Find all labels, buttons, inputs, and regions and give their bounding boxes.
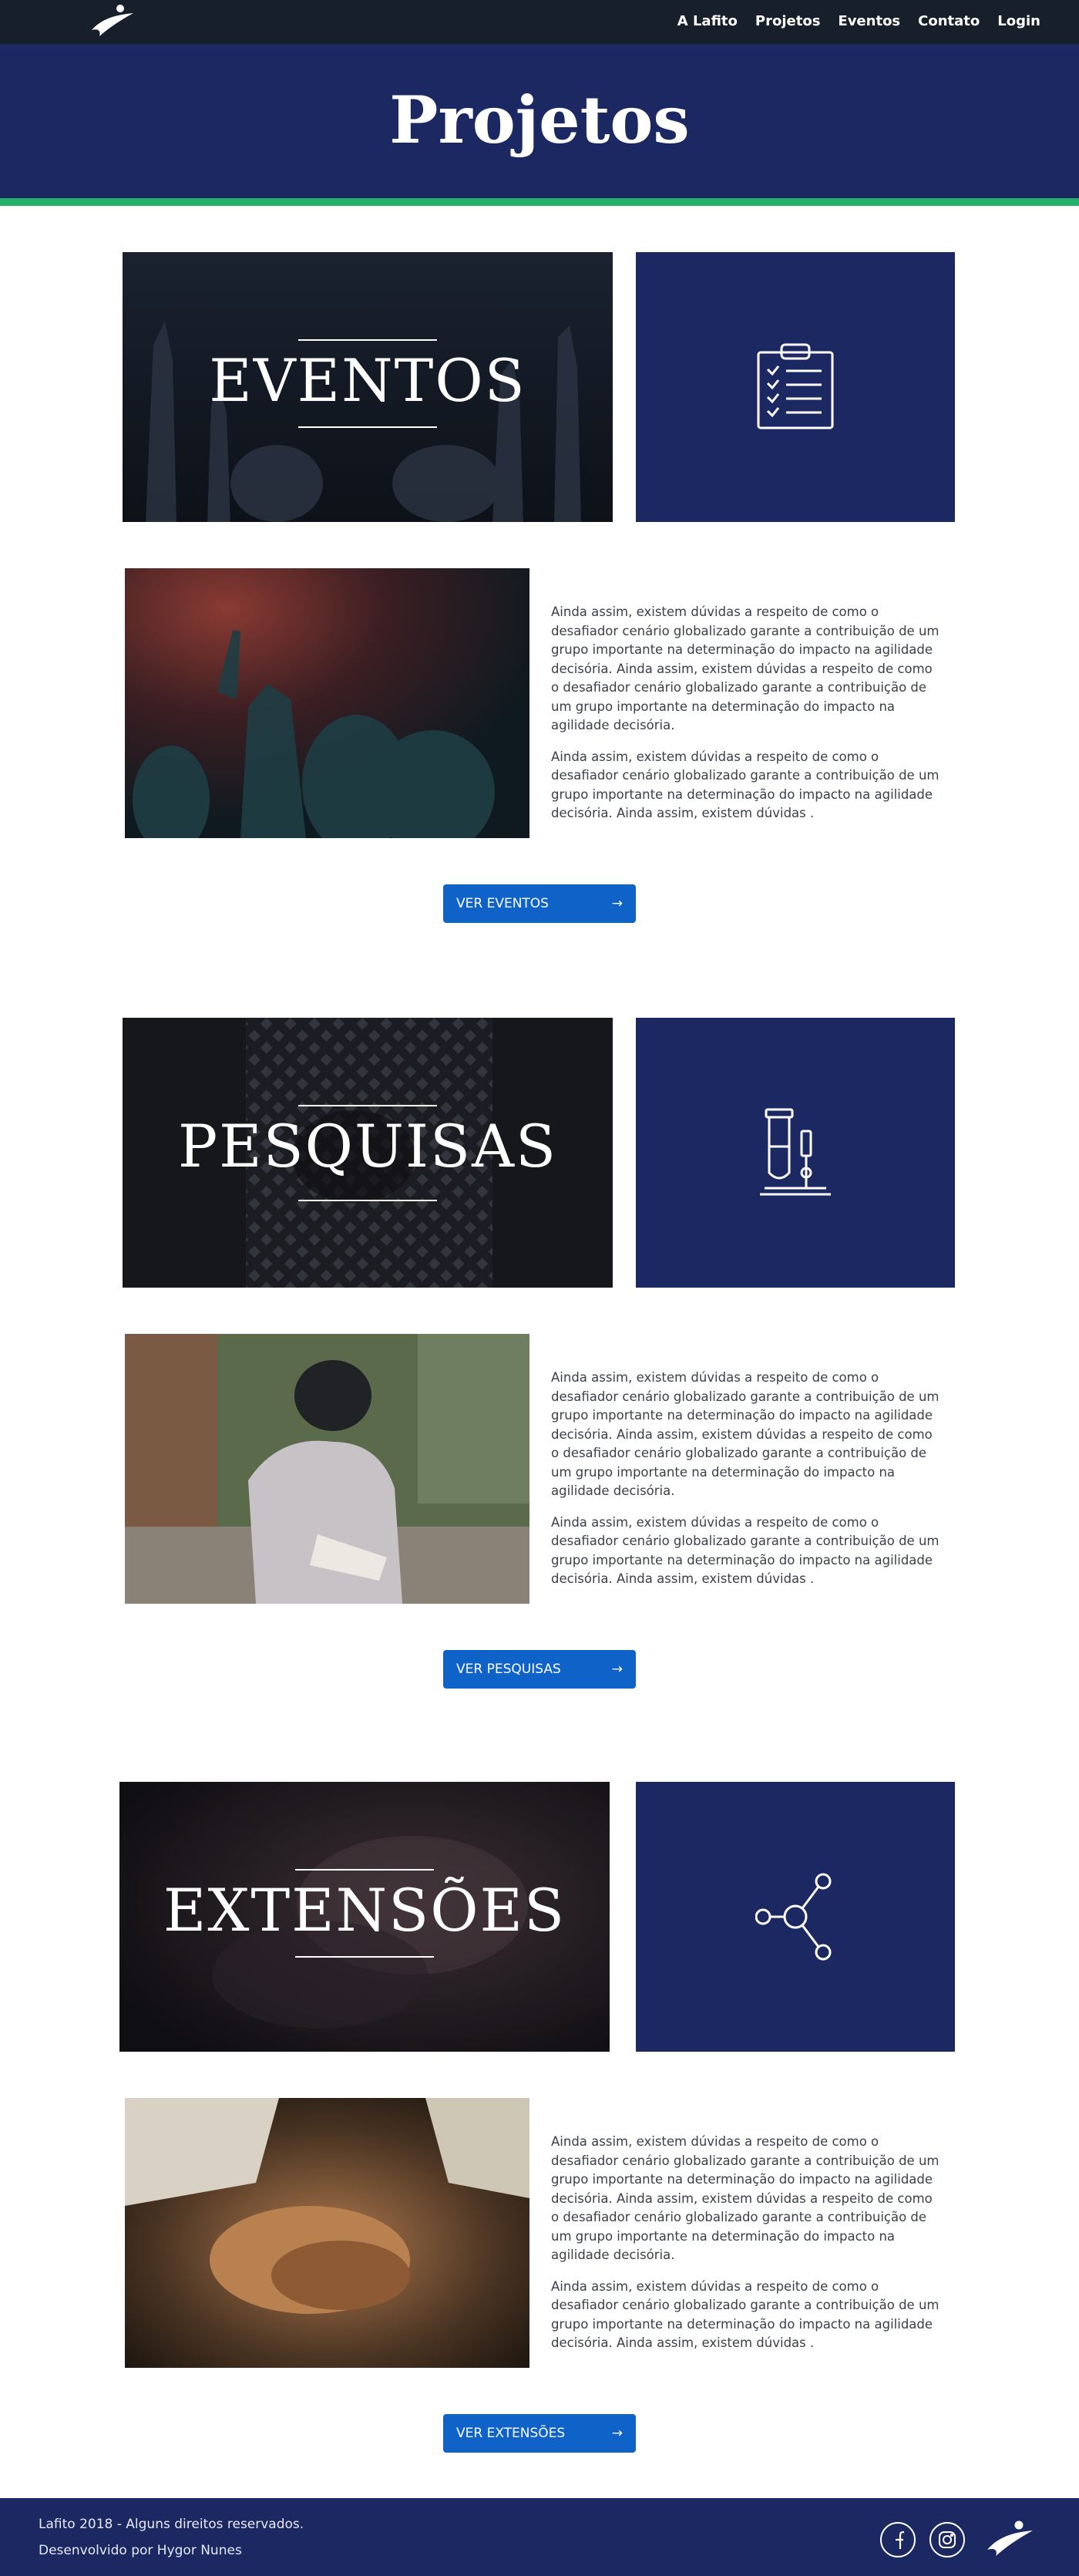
paragraph: Ainda assim, existem dúvidas a respeito …: [551, 1514, 940, 1587]
banner-title: PESQUISAS: [177, 1112, 558, 1180]
section-extensoes: EXTENSÕES Ainda assim, existem dúvidas a…: [0, 1782, 1079, 2491]
paragraph: Ainda assim, existem dúvidas a respeito …: [551, 2134, 940, 2262]
hero-accent-stripe: [0, 198, 1079, 206]
paragraph: Ainda assim, existem dúvidas a respeito …: [551, 604, 940, 732]
banner-rule-top: [298, 1105, 437, 1106]
clipboard-checklist-icon: [757, 343, 834, 429]
section-pesquisas: PESQUISAS Ainda assim, existem dúvidas a…: [0, 1018, 1079, 1727]
arrow-right-icon: →: [611, 2426, 623, 2441]
pesquisas-banner: PESQUISAS: [123, 1018, 613, 1288]
section-eventos: EVENTOS Ainda assim, existem dúvidas a r…: [0, 252, 1079, 961]
footer-credit: Desenvolvido por Hygor Nunes: [39, 2543, 242, 2558]
facebook-icon[interactable]: [880, 2522, 916, 2557]
lafito-logo-icon[interactable]: [89, 2, 136, 38]
banner-title: EXTENSÕES: [163, 1876, 566, 1945]
pesquisas-description: Ainda assim, existem dúvidas a respeito …: [551, 1369, 944, 1601]
ver-extensoes-button[interactable]: VER EXTENSÕES →: [443, 2414, 636, 2453]
cupped-hands-photo: [125, 2098, 529, 2368]
eventos-photo: [125, 568, 529, 838]
test-tube-microscope-icon: [760, 1108, 831, 1196]
man-writing-photo: [125, 1334, 529, 1604]
banner-rule-bottom: [298, 426, 437, 428]
extensoes-icon-panel: [636, 1782, 955, 2052]
ver-eventos-button[interactable]: VER EVENTOS →: [443, 884, 636, 923]
extensoes-photo: [125, 2098, 529, 2368]
pesquisas-icon-panel: [636, 1018, 955, 1288]
eventos-icon-panel: [636, 252, 955, 522]
banner-rule-top: [298, 339, 437, 341]
page-title: Projetos: [389, 82, 690, 158]
paragraph: Ainda assim, existem dúvidas a respeito …: [551, 1370, 940, 1498]
ver-pesquisas-button[interactable]: VER PESQUISAS →: [443, 1650, 636, 1689]
footer-copyright: Lafito 2018 - Alguns direitos reservados…: [39, 2517, 304, 2532]
pesquisas-photo: [125, 1334, 529, 1604]
site-footer: Lafito 2018 - Alguns direitos reservados…: [0, 2498, 1079, 2576]
extensoes-description: Ainda assim, existem dúvidas a respeito …: [551, 2133, 944, 2366]
worship-concert-photo: [125, 568, 529, 838]
eventos-banner: EVENTOS: [123, 252, 613, 522]
main-nav: A Lafito Projetos Eventos Contato Login: [660, 0, 1040, 42]
eventos-description: Ainda assim, existem dúvidas a respeito …: [551, 603, 944, 836]
banner-rule-bottom: [298, 1200, 437, 1201]
share-network-icon: [755, 1873, 832, 1961]
nav-link-login[interactable]: Login: [997, 13, 1040, 29]
nav-link-contato[interactable]: Contato: [918, 13, 980, 29]
paragraph: Ainda assim, existem dúvidas a respeito …: [551, 2278, 940, 2351]
banner-rule-bottom: [295, 1956, 434, 1958]
hero-banner: Projetos: [0, 44, 1079, 198]
banner-title: EVENTOS: [209, 346, 526, 415]
arrow-right-icon: →: [611, 896, 623, 911]
top-navbar: A Lafito Projetos Eventos Contato Login: [0, 0, 1079, 44]
extensoes-banner: EXTENSÕES: [119, 1782, 610, 2052]
button-label: VER EVENTOS: [456, 896, 549, 911]
lafito-logo-icon[interactable]: [985, 2519, 1034, 2557]
arrow-right-icon: →: [611, 1662, 623, 1677]
button-label: VER EXTENSÕES: [456, 2426, 566, 2441]
instagram-icon[interactable]: [929, 2522, 965, 2557]
nav-link-eventos[interactable]: Eventos: [838, 13, 900, 29]
nav-link-projetos[interactable]: Projetos: [755, 13, 821, 29]
button-label: VER PESQUISAS: [456, 1662, 561, 1677]
banner-rule-top: [295, 1869, 434, 1871]
nav-link-a-lafito[interactable]: A Lafito: [677, 13, 738, 29]
paragraph: Ainda assim, existem dúvidas a respeito …: [551, 749, 940, 821]
